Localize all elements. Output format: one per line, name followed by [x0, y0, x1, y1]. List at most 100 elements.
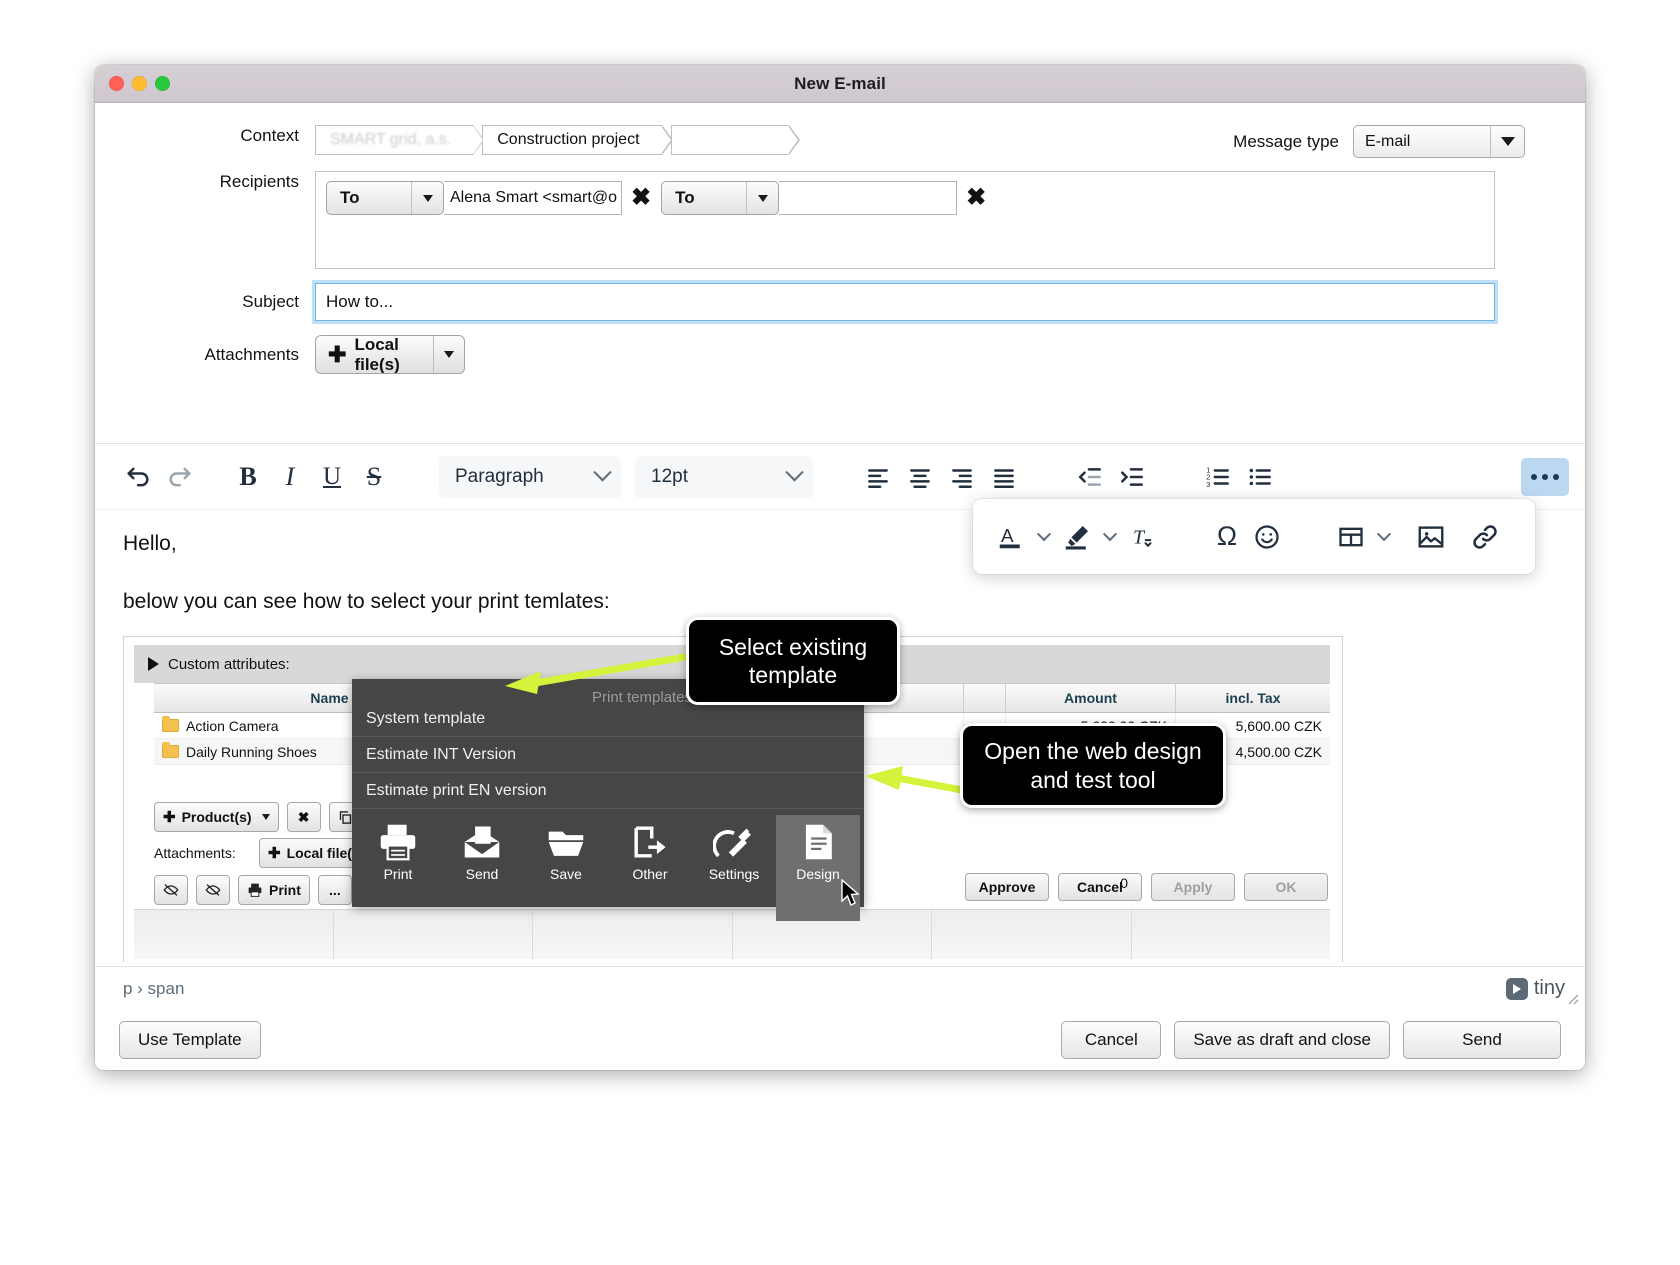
wrench-icon	[713, 828, 751, 858]
printer-icon	[380, 824, 416, 861]
zoom-window-button[interactable]	[155, 76, 170, 91]
dropdown-icon-row: Print Send Save Other Settings Design	[352, 809, 864, 921]
close-window-button[interactable]	[109, 76, 124, 91]
undo-icon[interactable]	[117, 456, 159, 498]
add-local-file-button[interactable]: ✚ Local file(s)	[315, 335, 465, 374]
expand-triangle-icon[interactable]	[148, 657, 159, 671]
callout-select-existing-template-text: Select existing template	[718, 633, 868, 688]
link-icon[interactable]	[1465, 517, 1505, 557]
hide-toggle-2-button[interactable]	[196, 875, 230, 905]
more-toolbar-options-button[interactable]	[1521, 457, 1569, 496]
dropdown-save-button[interactable]: Save	[524, 815, 608, 921]
dropdown-other-button[interactable]: Other	[608, 815, 692, 921]
redo-icon[interactable]	[159, 456, 201, 498]
breadcrumb-item-project-label: Construction project	[497, 131, 640, 148]
editor-content[interactable]: Hello, below you can see how to select y…	[95, 510, 1585, 962]
save-as-draft-and-close-button[interactable]: Save as draft and close	[1174, 1021, 1390, 1059]
message-type-value: E-mail	[1365, 132, 1411, 150]
chevron-down-icon[interactable]	[1031, 526, 1057, 542]
delete-product-button[interactable]: ✖	[286, 802, 321, 832]
add-product-button[interactable]: ✚ Product(s)	[154, 802, 279, 832]
element-path[interactable]: p › span	[123, 979, 184, 999]
strikethrough-label: S	[366, 461, 382, 491]
bold-button[interactable]: B	[227, 456, 269, 498]
message-type-select[interactable]: E-mail	[1353, 125, 1525, 158]
breadcrumb-item-company[interactable]: SMART grid, a.s.	[315, 125, 485, 155]
font-size-select[interactable]: 12pt	[635, 455, 813, 498]
document-icon	[805, 824, 832, 860]
resize-handle[interactable]	[1565, 991, 1579, 1005]
emoji-icon[interactable]	[1247, 517, 1287, 557]
align-left-icon[interactable]	[857, 456, 899, 498]
subject-input[interactable]: How to...	[315, 283, 1495, 321]
remove-recipient-2-icon[interactable]: ✖	[966, 186, 986, 210]
chevron-down-icon[interactable]	[1490, 126, 1524, 157]
special-character-icon[interactable]: Ω	[1207, 517, 1247, 557]
dropdown-print-button[interactable]: Print	[356, 815, 440, 921]
image-icon[interactable]	[1411, 517, 1451, 557]
more-options-button[interactable]: ...	[317, 875, 352, 905]
send-button[interactable]: Send	[1403, 1021, 1561, 1059]
table-icon[interactable]	[1331, 517, 1371, 557]
tiny-branding[interactable]: tiny	[1505, 977, 1565, 1000]
block-format-select[interactable]: Paragraph	[439, 455, 621, 498]
dropdown-item-estimate-print-en[interactable]: Estimate print EN version	[352, 773, 864, 809]
breadcrumb-item-empty[interactable]	[670, 125, 800, 155]
cancel-button[interactable]: Cancel	[1061, 1021, 1162, 1059]
svg-text:A: A	[1001, 525, 1014, 546]
minimize-window-button[interactable]	[132, 76, 147, 91]
chevron-down-icon[interactable]	[1371, 526, 1397, 542]
chevron-down-icon[interactable]	[1097, 526, 1123, 542]
dropdown-settings-button[interactable]: Settings	[692, 815, 776, 921]
recipient-entry-2: To ✖	[661, 181, 986, 215]
dropdown-settings-label: Settings	[708, 866, 760, 882]
align-right-icon[interactable]	[941, 456, 983, 498]
clear-formatting-icon[interactable]: T	[1123, 517, 1163, 557]
message-type-label: Message type	[1233, 131, 1339, 151]
chevron-down-icon[interactable]	[433, 336, 464, 373]
grid-cell	[1132, 910, 1331, 959]
use-template-button[interactable]: Use Template	[119, 1021, 261, 1059]
dropdown-send-button[interactable]: Send	[440, 815, 524, 921]
chevron-down-icon	[593, 463, 612, 482]
recipient-address-input-2[interactable]	[779, 181, 958, 215]
breadcrumb-item-project[interactable]: Construction project	[482, 125, 673, 155]
add-product-label: Product(s)	[181, 809, 252, 825]
screenshot-cancel-button[interactable]: Cancel	[1058, 873, 1142, 901]
chevron-down-icon[interactable]	[746, 182, 778, 214]
numbered-list-icon[interactable]: 123	[1197, 456, 1239, 498]
align-center-icon[interactable]	[899, 456, 941, 498]
chevron-down-icon[interactable]	[411, 182, 443, 214]
print-button[interactable]: Print	[238, 875, 310, 905]
dropdown-item-estimate-int[interactable]: Estimate INT Version	[352, 737, 864, 773]
recipient-type-select-1[interactable]: To	[326, 181, 444, 215]
italic-button[interactable]: I	[269, 456, 311, 498]
strikethrough-button[interactable]: S	[353, 456, 395, 498]
breadcrumb: SMART grid, a.s. Construction project	[315, 125, 800, 155]
dropdown-item-system-template[interactable]: System template	[352, 701, 864, 737]
ok-button[interactable]: OK	[1244, 873, 1328, 901]
tiny-brand-label: tiny	[1533, 977, 1565, 999]
dropdown-design-button[interactable]: Design	[776, 815, 860, 921]
align-justify-icon[interactable]	[983, 456, 1025, 498]
highlight-color-icon[interactable]	[1057, 517, 1097, 557]
recipient-type-select-2[interactable]: To	[661, 181, 780, 215]
window-titlebar: New E-mail	[95, 65, 1585, 103]
bullet-list-icon[interactable]	[1239, 456, 1281, 498]
message-type-group: Message type E-mail	[1233, 125, 1525, 158]
callout-open-web-design-tool: Open the web design and test tool	[960, 723, 1226, 808]
hide-toggle-1-button[interactable]	[154, 875, 188, 905]
svg-text:3: 3	[1206, 479, 1210, 488]
email-form: Context SMART grid, a.s. Construction pr…	[95, 103, 1585, 374]
plus-icon: ✚	[268, 844, 281, 862]
outdent-icon[interactable]	[1069, 456, 1111, 498]
folder-icon	[162, 742, 179, 758]
indent-icon[interactable]	[1111, 456, 1153, 498]
apply-button[interactable]: Apply	[1151, 873, 1235, 901]
text-color-icon[interactable]: A	[991, 517, 1031, 557]
underline-button[interactable]: U	[311, 456, 353, 498]
recipient-address-input-1[interactable]: Alena Smart <smart@o	[444, 181, 622, 215]
remove-recipient-1-icon[interactable]: ✖	[631, 186, 651, 210]
dialog-action-bar: Use Template Cancel Save as draft and cl…	[95, 1010, 1585, 1070]
approve-button[interactable]: Approve	[965, 873, 1049, 901]
